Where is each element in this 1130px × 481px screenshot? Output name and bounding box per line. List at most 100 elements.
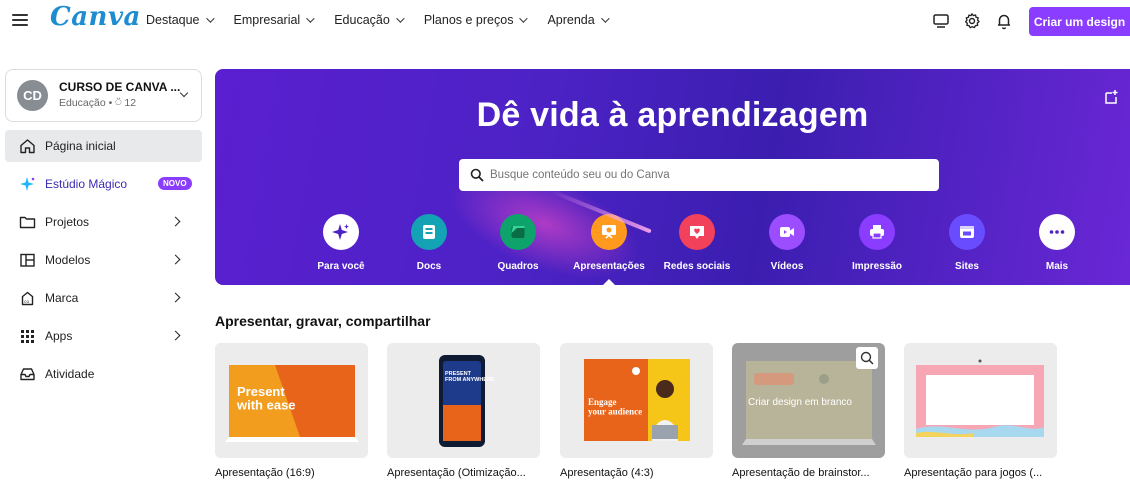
search-icon[interactable] xyxy=(856,347,878,369)
category-label: Para você xyxy=(317,261,365,272)
menu-label: Empresarial xyxy=(233,13,301,27)
template-card-label[interactable]: Apresentação (4:3) xyxy=(560,467,654,479)
template-card-4-3[interactable]: Engage your audience xyxy=(560,343,713,458)
template-card-label[interactable]: Apresentação (16:9) xyxy=(215,467,315,479)
category-circle xyxy=(411,214,447,250)
menu-label: Educação xyxy=(334,13,390,27)
menu-label: Aprenda xyxy=(547,13,595,27)
heart-chat-icon xyxy=(690,226,704,239)
selected-indicator xyxy=(603,279,615,285)
category-circle xyxy=(591,214,627,250)
category-label: Quadros xyxy=(497,261,539,272)
video-icon xyxy=(780,227,794,237)
avatar: CD xyxy=(17,80,48,111)
section-title: Apresentar, gravar, compartilhar xyxy=(215,313,431,329)
home-icon xyxy=(20,139,35,154)
gear-icon[interactable] xyxy=(963,12,981,30)
inbox-icon xyxy=(20,368,35,381)
menu-educacao[interactable]: Educação xyxy=(334,13,405,27)
whiteboard-icon xyxy=(511,226,525,238)
sidebar-item-label: Apps xyxy=(45,329,73,343)
sidebar-item-apps[interactable]: Apps xyxy=(5,320,202,352)
sidebar-item-label: Estúdio Mágico xyxy=(45,177,128,191)
template-card-games[interactable] xyxy=(904,343,1057,458)
sidebar-item-label: Projetos xyxy=(45,215,90,229)
chevron-down-icon xyxy=(600,14,610,23)
category-label: Sites xyxy=(955,261,979,272)
monitor-icon[interactable] xyxy=(932,12,950,30)
presentation-icon xyxy=(602,225,616,239)
sidebar-item-atividade[interactable]: Atividade xyxy=(5,358,202,390)
main-menu: Destaque Empresarial Educação Planos e p… xyxy=(146,13,629,27)
brand-icon: co xyxy=(21,291,34,306)
menu-aprenda[interactable]: Aprenda xyxy=(547,13,610,27)
hero-banner: Dê vida à aprendizagem Para você Docs Qu… xyxy=(215,69,1130,285)
top-navigation: Canva Destaque Empresarial Educação Plan… xyxy=(0,0,1130,44)
more-icon xyxy=(1049,230,1065,234)
hero-title: Dê vida à aprendizagem xyxy=(476,96,869,134)
menu-label: Planos e preços xyxy=(423,13,514,27)
chevron-right-icon xyxy=(170,216,181,227)
chevron-right-icon xyxy=(170,330,181,341)
sidebar-item-projetos[interactable]: Projetos xyxy=(5,206,202,238)
canva-home: Canva Destaque Empresarial Educação Plan… xyxy=(0,0,1130,481)
svg-text:co: co xyxy=(24,299,29,304)
hamburger-menu-icon[interactable] xyxy=(12,12,28,28)
template-card-mobile[interactable]: PRESENT FROM ANYWHERE xyxy=(387,343,540,458)
sidebar-item-label: Página inicial xyxy=(45,139,116,153)
template-thumbnail: PRESENT FROM ANYWHERE xyxy=(387,343,540,458)
website-icon xyxy=(960,226,974,238)
create-design-button[interactable]: Criar um design xyxy=(1029,7,1130,36)
search-bar[interactable] xyxy=(459,159,939,191)
new-badge: NOVO xyxy=(158,177,192,190)
category-label: Vídeos xyxy=(770,261,804,272)
sidebar-item-label: Marca xyxy=(45,291,79,305)
chevron-down-icon xyxy=(179,88,189,98)
sidebar-item-label: Atividade xyxy=(45,367,95,381)
sidebar-item-marca[interactable]: co Marca xyxy=(5,282,202,314)
category-circle xyxy=(323,214,359,250)
sparkle-icon xyxy=(332,224,349,240)
sidebar-item-label: Modelos xyxy=(45,253,91,267)
menu-empresarial[interactable]: Empresarial xyxy=(233,13,315,27)
doc-icon xyxy=(423,225,435,239)
category-circle xyxy=(769,214,805,250)
team-name: CURSO DE CANVA ... xyxy=(59,80,181,94)
template-card-16-9[interactable]: Present with ease xyxy=(215,343,368,458)
chevron-down-icon xyxy=(306,14,315,23)
menu-destaque[interactable]: Destaque xyxy=(146,13,215,27)
printer-icon xyxy=(870,225,884,239)
chevron-right-icon xyxy=(170,292,181,303)
upload-frame-icon[interactable] xyxy=(1103,88,1121,106)
bell-icon[interactable] xyxy=(995,12,1013,30)
category-label: Redes sociais xyxy=(663,261,731,272)
category-circle xyxy=(1039,214,1075,250)
search-input[interactable] xyxy=(490,165,920,185)
template-card-label[interactable]: Apresentação de brainstor... xyxy=(732,467,870,479)
category-label: Impressão xyxy=(851,261,903,272)
team-subtitle: Educação • ⍥ 12 xyxy=(59,97,137,109)
category-circle xyxy=(500,214,536,250)
category-circle xyxy=(679,214,715,250)
thumbnail-text: Criar design em branco xyxy=(748,397,852,408)
canva-logo[interactable]: Canva xyxy=(50,2,141,32)
folder-icon xyxy=(19,216,36,229)
sidebar-item-estudio-magico[interactable]: Estúdio Mágico NOVO xyxy=(5,168,202,200)
chevron-down-icon xyxy=(519,14,529,23)
chevron-down-icon xyxy=(395,14,405,23)
template-thumbnail: Present with ease xyxy=(215,343,368,458)
template-card-label[interactable]: Apresentação (Otimização... xyxy=(387,467,526,479)
menu-planos-precos[interactable]: Planos e preços xyxy=(423,13,529,27)
chevron-right-icon xyxy=(170,254,181,265)
category-circle xyxy=(859,214,895,250)
team-switcher[interactable]: CD CURSO DE CANVA ... Educação • ⍥ 12 xyxy=(5,69,202,122)
sidebar-item-modelos[interactable]: Modelos xyxy=(5,244,202,276)
category-label: Docs xyxy=(416,261,442,272)
template-card-blank-brainstorm[interactable]: Criar design em branco xyxy=(732,343,885,458)
sidebar-item-pagina-inicial[interactable]: Página inicial xyxy=(5,130,202,162)
apps-grid-icon xyxy=(21,330,34,343)
template-card-label[interactable]: Apresentação para jogos (... xyxy=(904,467,1042,479)
template-thumbnail: Engage your audience xyxy=(560,343,713,458)
category-label: Apresentações xyxy=(573,261,645,272)
magic-sparkle-icon xyxy=(20,177,35,191)
